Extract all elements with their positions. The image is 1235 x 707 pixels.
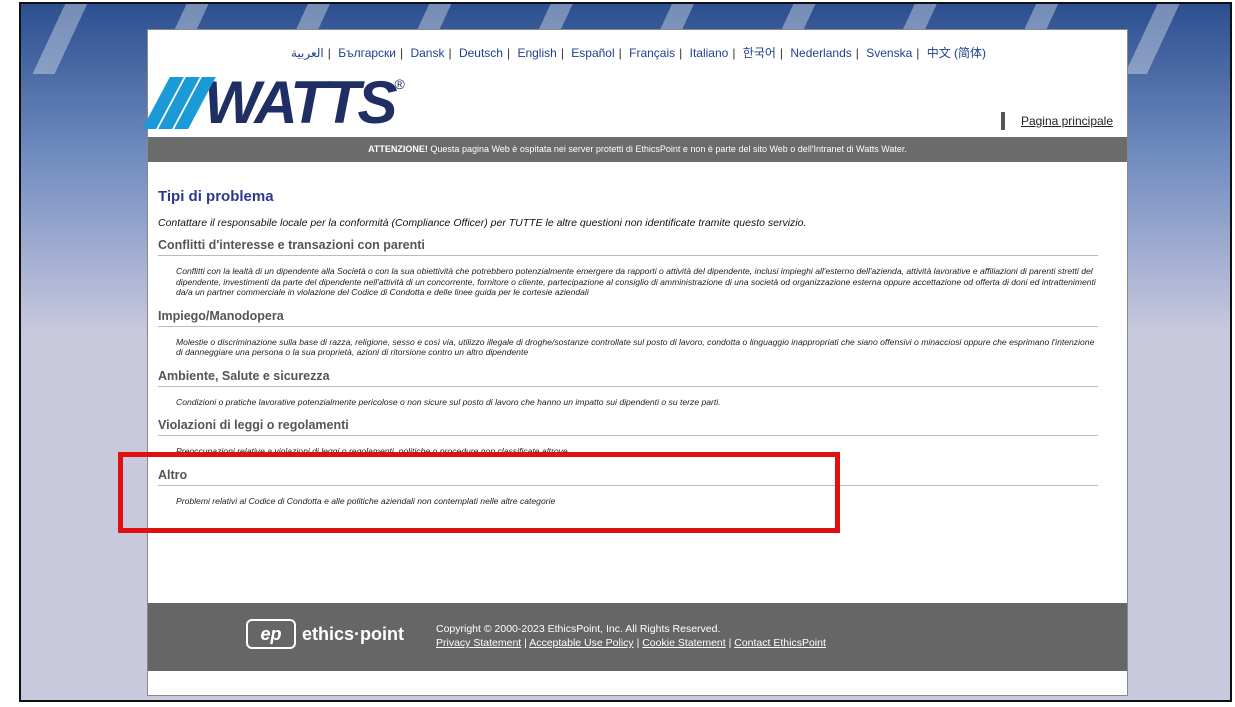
category-desc: Condizioni o pratiche lavorative potenzi… xyxy=(176,396,721,407)
category-desc: Conflitti con la lealtà di un dipendente… xyxy=(176,266,1096,297)
ep-logo-icon: ep xyxy=(246,619,296,649)
copyright-text: Copyright © 2000-2023 EthicsPoint, Inc. … xyxy=(436,623,721,635)
intro-text: Contattare il responsabile locale per la… xyxy=(158,217,807,229)
notice-bold: ATTENZIONE! xyxy=(368,144,428,154)
category-title: Conflitti d'interesse e transazioni con … xyxy=(158,238,1098,256)
category-title: Ambiente, Salute e sicurezza xyxy=(158,369,1098,387)
logo-stripes-icon xyxy=(142,77,216,129)
lang-link-spanish[interactable]: Español xyxy=(571,46,614,60)
watts-logo[interactable]: WATTS ® xyxy=(142,69,405,136)
lang-link-bulgarian[interactable]: Български xyxy=(338,46,396,60)
page-title: Tipi di problema xyxy=(158,188,274,205)
lang-link-italian[interactable]: Italiano xyxy=(690,46,729,60)
lang-link-arabic[interactable]: العربية xyxy=(291,46,324,60)
cookie-statement-link[interactable]: Cookie Statement xyxy=(642,637,725,649)
footer: ep ethics·point Copyright © 2000-2023 Et… xyxy=(148,603,1127,671)
privacy-statement-link[interactable]: Privacy Statement xyxy=(436,637,521,649)
home-link[interactable]: Pagina principale xyxy=(1000,112,1113,130)
category-title: Impiego/Manodopera xyxy=(158,309,1098,327)
category-desc: Molestie o discriminazione sulla base di… xyxy=(176,336,1095,358)
contact-ethicspoint-link[interactable]: Contact EthicsPoint xyxy=(734,637,826,649)
lang-link-german[interactable]: Deutsch xyxy=(459,46,503,60)
notice-text: Questa pagina Web è ospitata nei server … xyxy=(427,144,907,154)
highlight-annotation-box xyxy=(118,452,840,533)
lang-link-english[interactable]: English xyxy=(517,46,556,60)
lang-link-dutch[interactable]: Nederlands xyxy=(790,46,851,60)
lang-link-french[interactable]: Français xyxy=(629,46,675,60)
ethicspoint-page: العربية | Български | Dansk | Deutsch | Engl… xyxy=(142,29,1128,696)
logo-registered-mark: ® xyxy=(394,76,405,92)
lang-link-chinese[interactable]: 中文 (简体) xyxy=(927,46,986,60)
notice-bar: ATTENZIONE! Questa pagina Web è ospitata… xyxy=(148,137,1127,162)
acceptable-use-link[interactable]: Acceptable Use Policy xyxy=(529,637,633,649)
category-title: Violazioni di leggi o regolamenti xyxy=(158,418,1098,436)
ep-logo-text: ethics·point xyxy=(302,623,404,644)
lang-link-danish[interactable]: Dansk xyxy=(410,46,444,60)
footer-links: Privacy Statement | Acceptable Use Polic… xyxy=(436,637,826,649)
language-bar: العربية | Български | Dansk | Deutsch | Engl… xyxy=(290,46,987,60)
lang-link-swedish[interactable]: Svenska xyxy=(866,46,912,60)
lang-link-korean[interactable]: 한국어 xyxy=(743,46,776,60)
ethicspoint-logo: ep ethics·point xyxy=(246,619,404,649)
screenshot-frame: العربية | Български | Dansk | Deutsch | Engl… xyxy=(19,2,1232,702)
logo-text: WATTS xyxy=(204,69,398,136)
